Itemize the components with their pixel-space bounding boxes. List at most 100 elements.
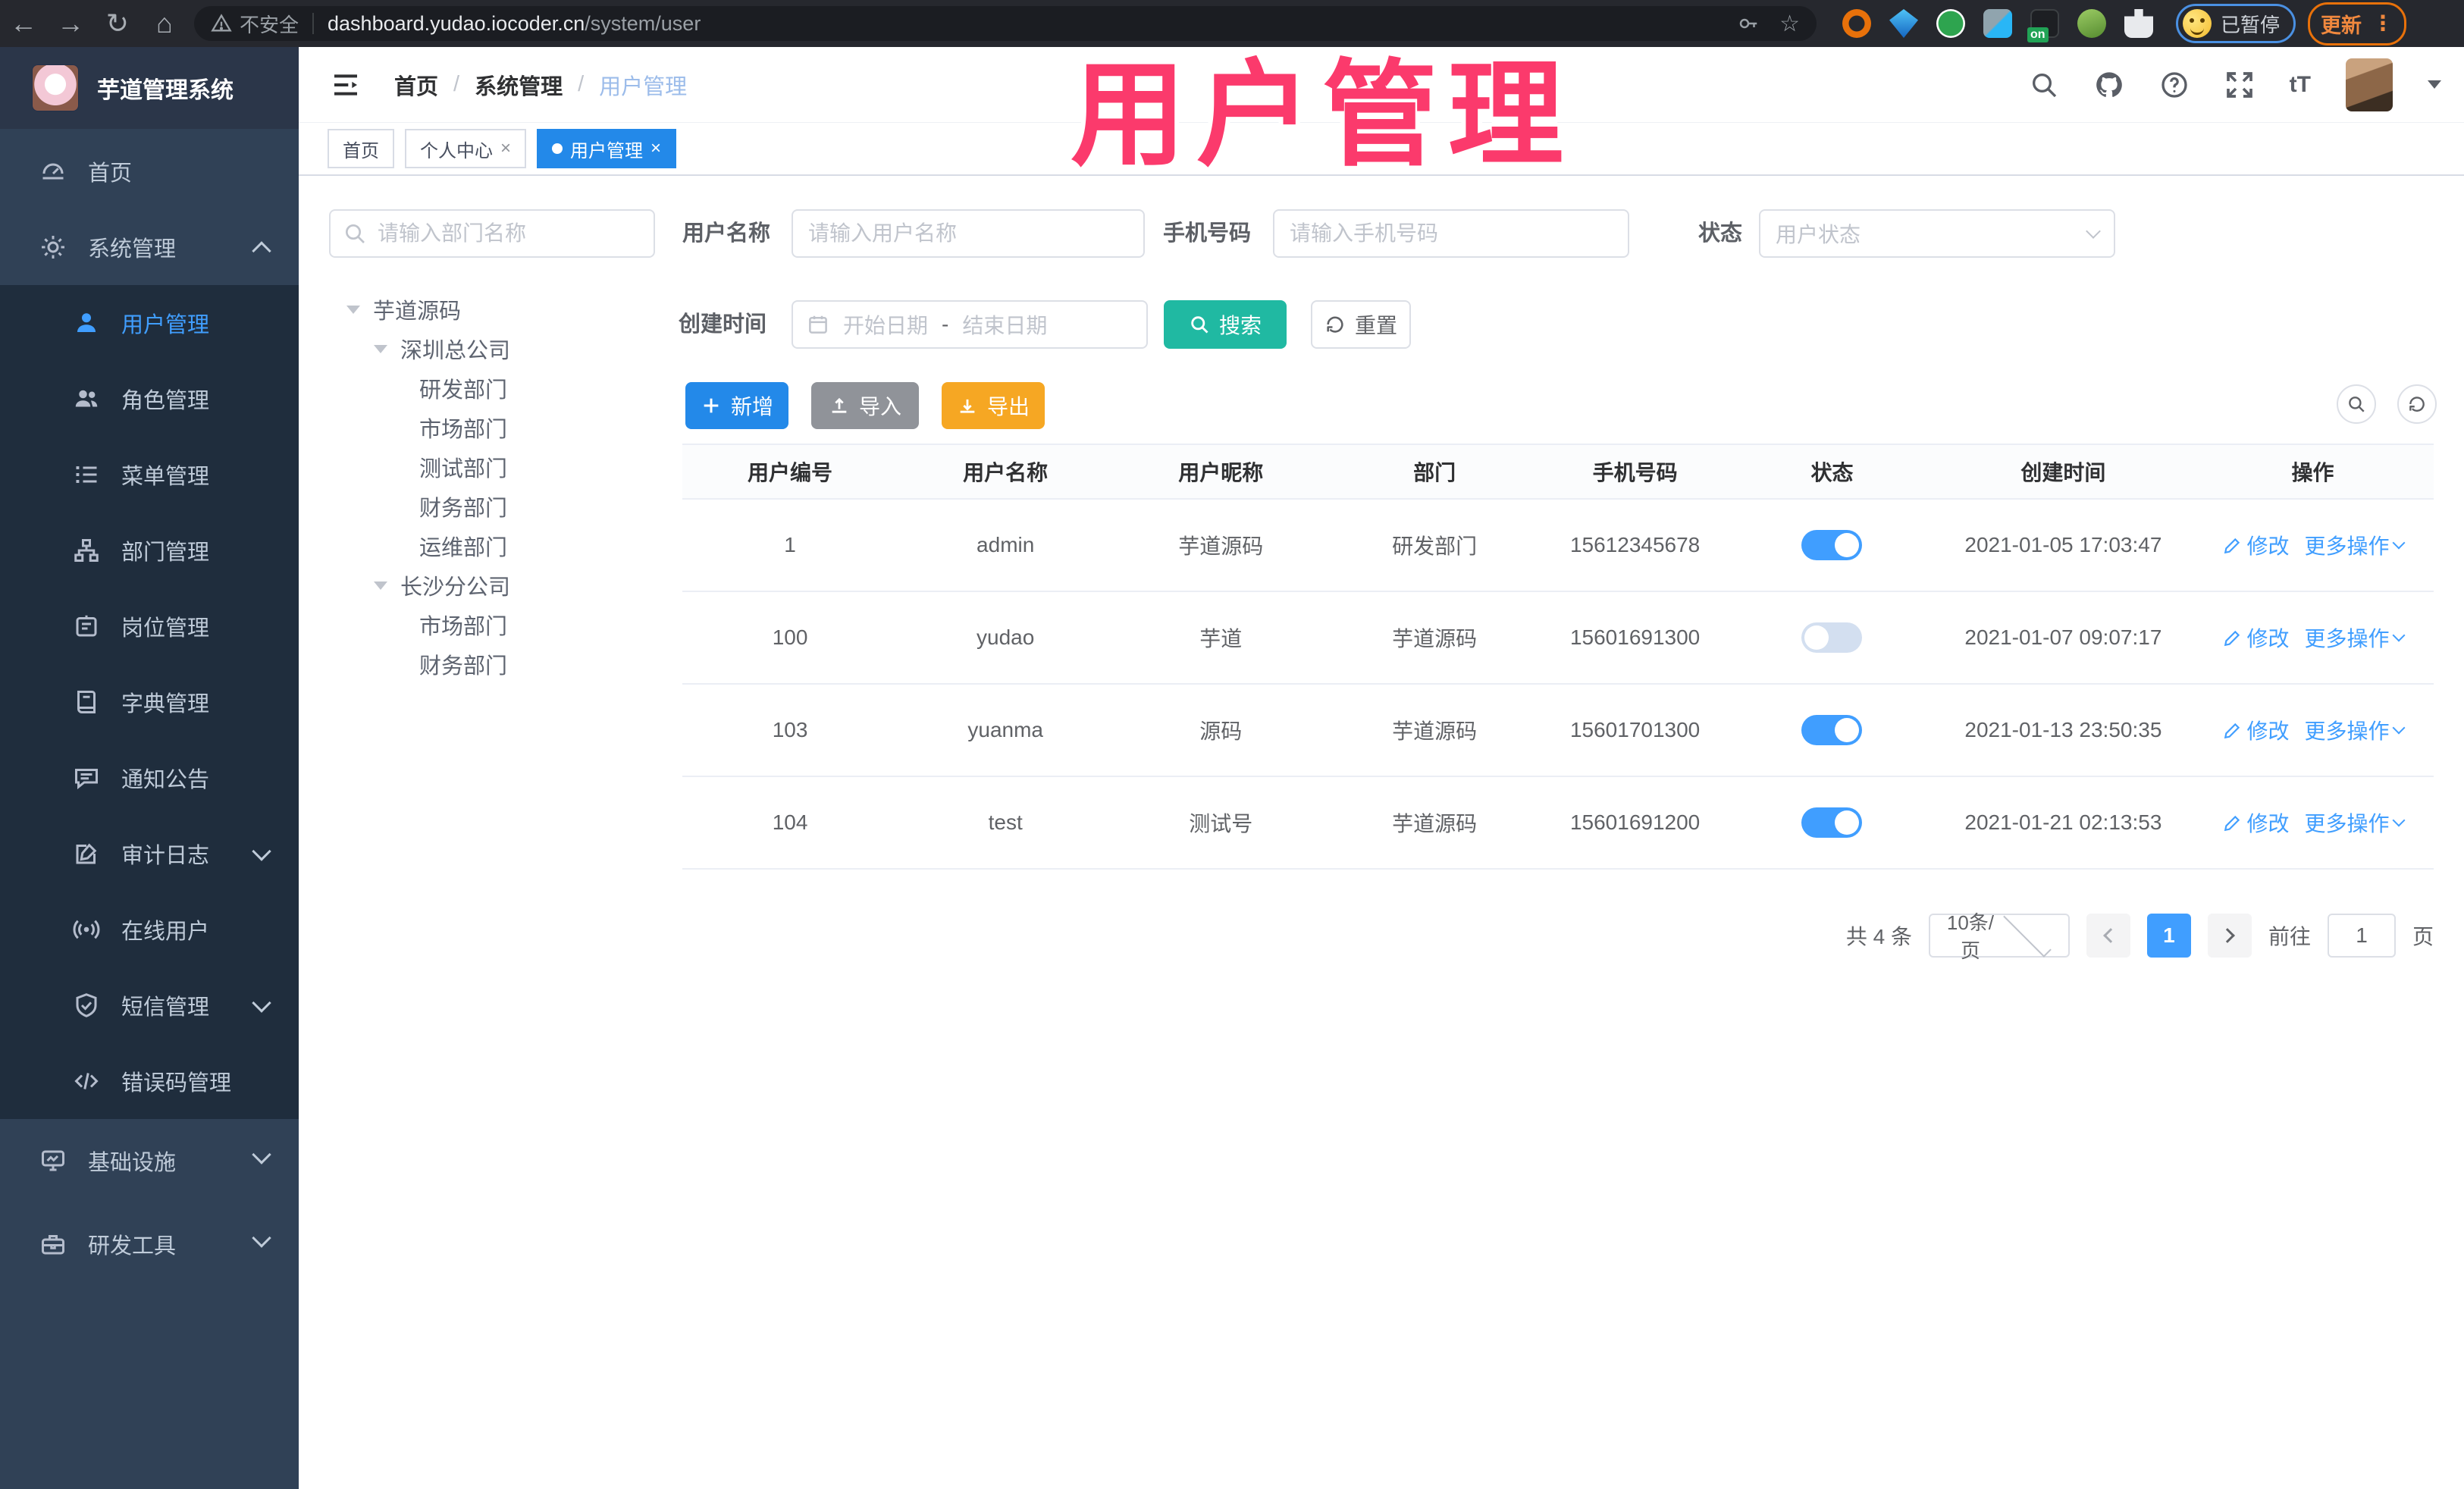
date-range-picker[interactable]: 开始日期 - 结束日期	[792, 300, 1148, 349]
status-toggle[interactable]	[1801, 715, 1863, 745]
tag-profile[interactable]: 个人中心 ×	[405, 129, 527, 168]
fullscreen-icon[interactable]	[2224, 70, 2255, 100]
extension-icon[interactable]	[2077, 9, 2106, 38]
edit-link[interactable]: 修改	[2223, 530, 2290, 560]
avatar-caret-icon[interactable]	[2428, 80, 2441, 89]
browser-update-button[interactable]: 更新 ⋮	[2308, 2, 2407, 45]
username-input[interactable]	[792, 209, 1145, 258]
font-size-icon[interactable]: tT	[2290, 72, 2311, 98]
browser-menu-icon[interactable]: ⋮	[2372, 13, 2393, 34]
browser-toolbar: ← → ↻ ⌂ 不安全 dashboard.yudao.iocoder.cn/s…	[0, 0, 2464, 47]
tag-user-management[interactable]: 用户管理 ×	[537, 129, 677, 168]
prev-page-button[interactable]	[2086, 914, 2130, 958]
tree-node[interactable]: 深圳总公司	[329, 329, 655, 368]
more-actions-link[interactable]: 更多操作	[2305, 530, 2406, 560]
header-search-icon[interactable]	[2029, 70, 2059, 100]
dept-search-input[interactable]	[329, 209, 655, 258]
tree-node[interactable]: 财务部门	[329, 487, 655, 526]
breadcrumb-system[interactable]: 系统管理	[475, 69, 563, 101]
sidebar-item-user-management[interactable]: 用户管理	[0, 285, 299, 361]
tree-node[interactable]: 财务部门	[329, 644, 655, 684]
tree-node[interactable]: 市场部门	[329, 605, 655, 644]
caret-down-icon[interactable]	[346, 305, 360, 314]
browser-reload-icon[interactable]: ↻	[94, 0, 141, 47]
toggle-search-button[interactable]	[2337, 384, 2376, 424]
page-number-1[interactable]: 1	[2146, 914, 2191, 958]
status-toggle[interactable]	[1801, 622, 1863, 653]
sidebar-item-dictionary-management[interactable]: 字典管理	[0, 664, 299, 740]
caret-down-icon[interactable]	[374, 344, 387, 353]
tree-node[interactable]: 长沙分公司	[329, 566, 655, 605]
more-actions-link[interactable]: 更多操作	[2305, 807, 2406, 838]
sidebar-item-home[interactable]: 首页	[0, 133, 299, 209]
sidebar-item-dev-tools[interactable]: 研发工具	[0, 1202, 299, 1286]
help-icon[interactable]	[2159, 70, 2190, 100]
tree-node[interactable]: 研发部门	[329, 368, 655, 408]
browser-back-icon[interactable]: ←	[0, 0, 47, 47]
edit-link[interactable]: 修改	[2223, 715, 2290, 745]
more-actions-link[interactable]: 更多操作	[2305, 715, 2406, 745]
address-bar[interactable]: 不安全 dashboard.yudao.iocoder.cn/system/us…	[194, 6, 1817, 41]
import-button[interactable]: 导入	[811, 382, 919, 429]
sidebar-item-menu-management[interactable]: 菜单管理	[0, 437, 299, 513]
sidebar-item-audit-log[interactable]: 审计日志	[0, 816, 299, 892]
mobile-input[interactable]	[1273, 209, 1629, 258]
tree-node-root[interactable]: 芋道源码	[329, 290, 655, 329]
github-icon[interactable]	[2094, 70, 2124, 100]
close-icon[interactable]: ×	[500, 138, 511, 159]
add-button[interactable]: 新增	[685, 382, 788, 429]
extension-icon[interactable]: on	[2027, 9, 2059, 42]
sidebar-item-notice-announcement[interactable]: 通知公告	[0, 740, 299, 816]
security-label[interactable]: 不安全	[240, 10, 299, 38]
user-avatar[interactable]	[2346, 58, 2393, 111]
extension-icon[interactable]	[1983, 9, 2012, 38]
sidebar-item-system-management[interactable]: 系统管理	[0, 209, 299, 285]
sidebar-collapse-icon[interactable]	[329, 70, 362, 100]
extension-icon[interactable]	[1842, 9, 1871, 38]
sidebar-item-sms-management[interactable]: 短信管理	[0, 967, 299, 1043]
extension-icon[interactable]	[1889, 9, 1918, 38]
sidebar-item-error-code-management[interactable]: 错误码管理	[0, 1043, 299, 1119]
browser-home-icon[interactable]: ⌂	[141, 0, 188, 47]
goto-page-input[interactable]	[2327, 914, 2396, 958]
chevron-down-icon	[2392, 536, 2406, 550]
reset-button[interactable]: 重置	[1311, 300, 1411, 349]
audit-log-icon	[76, 843, 97, 864]
chevron-down-icon	[252, 993, 271, 1013]
close-icon[interactable]: ×	[650, 138, 661, 159]
tree-node[interactable]: 市场部门	[329, 408, 655, 447]
password-key-icon[interactable]	[1737, 12, 1760, 35]
id-badge-icon	[76, 615, 97, 637]
extension-icon[interactable]	[1936, 9, 1965, 38]
status-toggle[interactable]	[1801, 807, 1863, 838]
sidebar-item-online-users[interactable]: 在线用户	[0, 892, 299, 967]
search-button[interactable]: 搜索	[1164, 300, 1287, 349]
puzzle-extensions-icon[interactable]	[2124, 9, 2153, 38]
app-logo-row[interactable]: 芋道管理系统	[0, 47, 299, 129]
tag-home[interactable]: 首页	[328, 129, 394, 168]
edit-link[interactable]: 修改	[2223, 807, 2290, 838]
browser-forward-icon[interactable]: →	[47, 0, 94, 47]
breadcrumb-home[interactable]: 首页	[394, 69, 438, 101]
bookmark-star-icon[interactable]: ☆	[1779, 11, 1800, 37]
tree-node[interactable]: 运维部门	[329, 526, 655, 566]
refresh-table-button[interactable]	[2397, 384, 2437, 424]
browser-profile-chip[interactable]: 已暂停	[2176, 4, 2296, 43]
caret-down-icon[interactable]	[374, 581, 387, 590]
page-content: 芋道源码 深圳总公司 研发部门 市场部门 测试部门 财务部门 运维部门 长沙分公…	[299, 176, 2464, 1489]
sidebar-item-department-management[interactable]: 部门管理	[0, 513, 299, 588]
sidebar-item-infrastructure[interactable]: 基础设施	[0, 1119, 299, 1202]
total-count: 共 4 条	[1845, 925, 1912, 948]
edit-link[interactable]: 修改	[2223, 622, 2290, 653]
chevron-left-icon	[2103, 928, 2118, 943]
mobile-field-wrap	[1273, 209, 1629, 258]
status-toggle[interactable]	[1801, 530, 1863, 560]
sidebar-item-post-management[interactable]: 岗位管理	[0, 588, 299, 664]
status-select[interactable]: 用户状态	[1759, 209, 2115, 258]
export-button[interactable]: 导出	[942, 382, 1045, 429]
tree-node[interactable]: 测试部门	[329, 447, 655, 487]
page-size-select[interactable]: 10条/页	[1928, 909, 2070, 962]
next-page-button[interactable]	[2207, 914, 2252, 958]
more-actions-link[interactable]: 更多操作	[2305, 622, 2406, 653]
sidebar-item-role-management[interactable]: 角色管理	[0, 361, 299, 437]
